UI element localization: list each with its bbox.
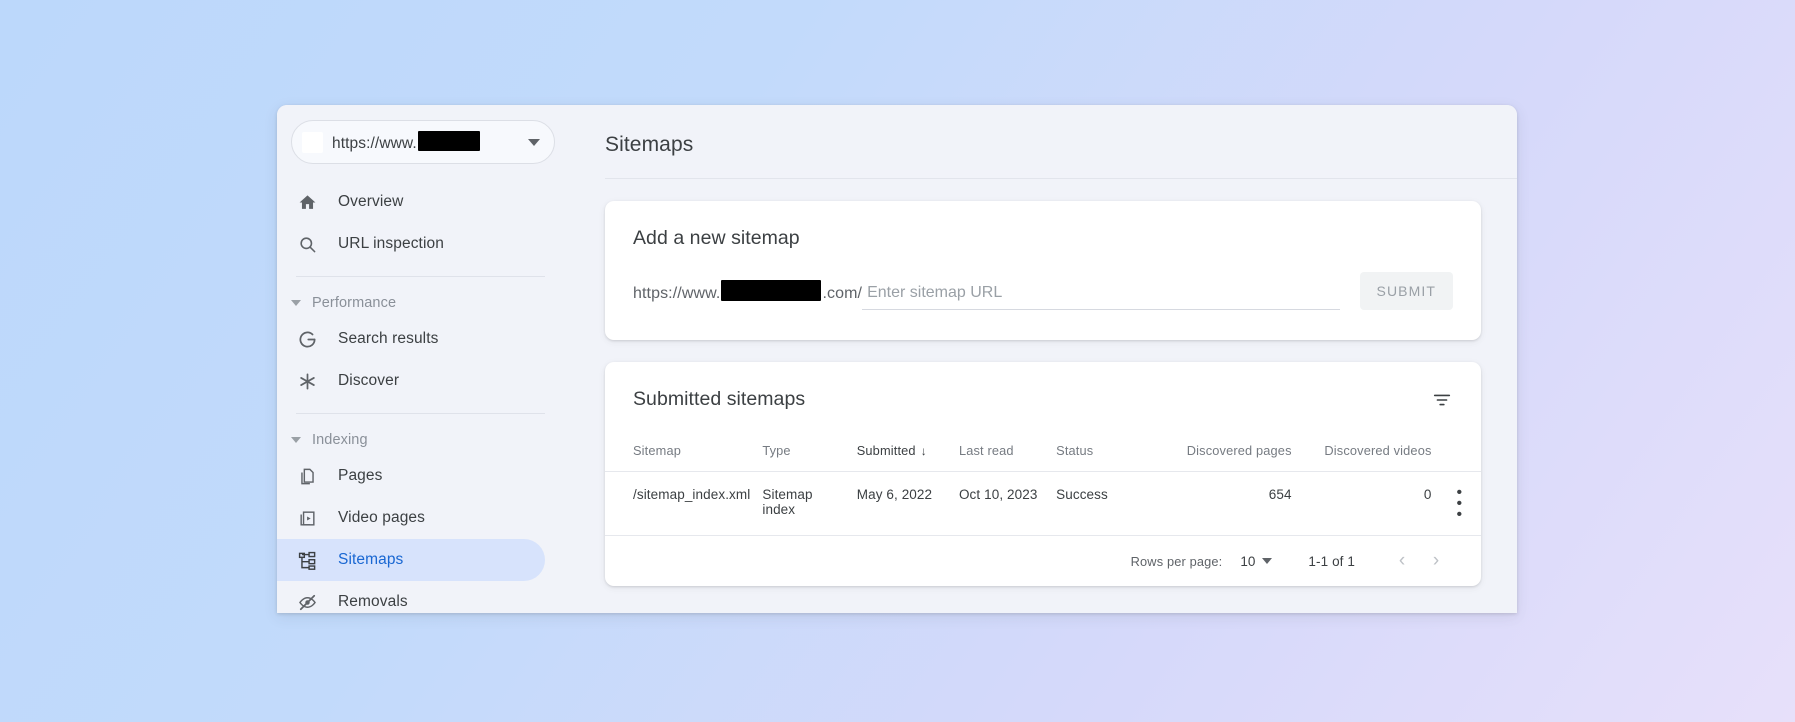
submitted-sitemaps-title: Submitted sitemaps — [633, 388, 806, 410]
pages-copy-icon — [296, 465, 318, 487]
property-url: https://www. — [332, 131, 480, 153]
search-console-window: https://www. Overview URL inspection Per… — [277, 105, 1517, 613]
cell-actions: • • • — [1437, 471, 1481, 535]
cell-sitemap[interactable]: /sitemap_index.xml — [605, 471, 757, 535]
sidebar-section-label: Indexing — [312, 432, 368, 448]
next-page-button[interactable]: › — [1419, 550, 1453, 572]
submitted-header: Submitted sitemaps — [605, 362, 1481, 411]
sitemap-url-prefix: https://www. .com/ — [633, 280, 862, 310]
add-sitemap-card: Add a new sitemap https://www..com/ SUBM… — [605, 201, 1481, 340]
filter-list-icon[interactable] — [1431, 389, 1453, 411]
sidebar-item-label: URL inspection — [338, 235, 444, 252]
table-row[interactable]: /sitemap_index.xml Sitemap index May 6, … — [605, 471, 1481, 535]
sidebar-item-label: Sitemaps — [338, 551, 404, 568]
sidebar-item-label: Discover — [338, 372, 400, 389]
sidebar-item-pages[interactable]: Pages — [277, 455, 545, 497]
site-favicon — [302, 131, 323, 153]
column-header-type[interactable]: Type — [756, 433, 850, 472]
column-header-last-read[interactable]: Last read — [953, 433, 1050, 472]
home-icon — [296, 191, 318, 213]
redacted-domain — [721, 280, 822, 301]
redacted-domain — [417, 131, 480, 151]
google-g-icon — [296, 328, 318, 350]
page-title: Sitemaps — [605, 133, 694, 156]
table-head: Sitemap Type Submitted ↓ Last read Status… — [605, 433, 1481, 472]
cell-submitted: May 6, 2022 — [850, 471, 953, 535]
eye-off-icon — [296, 591, 318, 613]
sitemap-tree-icon — [296, 549, 318, 571]
search-icon — [296, 233, 318, 255]
chevron-down-icon[interactable] — [528, 138, 540, 146]
column-header-submitted-label: Submitted — [856, 443, 916, 458]
property-selector[interactable]: https://www. — [291, 120, 555, 164]
sidebar-divider — [296, 413, 545, 414]
add-sitemap-title: Add a new sitemap — [633, 227, 800, 249]
sort-descending-icon: ↓ — [920, 444, 927, 458]
sidebar-item-discover[interactable]: Discover — [277, 360, 545, 402]
sidebar-nav: Overview URL inspection Performance Sear… — [277, 181, 569, 613]
sidebar-item-removals[interactable]: Removals — [277, 581, 545, 613]
sidebar-section-performance[interactable]: Performance — [277, 288, 569, 318]
cell-status: Success — [1050, 471, 1150, 535]
column-header-actions — [1438, 433, 1481, 472]
cell-discovered-pages: 654 — [1149, 471, 1298, 535]
submit-button[interactable]: SUBMIT — [1359, 272, 1453, 310]
sidebar-section-indexing[interactable]: Indexing — [277, 425, 569, 455]
column-header-submitted[interactable]: Submitted ↓ — [851, 433, 953, 472]
table-header-row: Sitemap Type Submitted ↓ Last read Status… — [605, 433, 1481, 472]
sidebar-divider — [296, 276, 545, 277]
sidebar: https://www. Overview URL inspection Per… — [277, 105, 569, 613]
sidebar-item-label: Pages — [338, 467, 383, 484]
column-header-status[interactable]: Status — [1050, 433, 1149, 472]
cell-type: Sitemap index — [756, 471, 851, 535]
sidebar-section-label: Performance — [312, 295, 397, 311]
rows-per-page-value[interactable]: 10 — [1240, 554, 1255, 569]
sidebar-item-url-inspection[interactable]: URL inspection — [277, 223, 545, 265]
sidebar-item-search-results[interactable]: Search results — [277, 318, 545, 360]
more-vert-icon[interactable]: • • • — [1444, 485, 1475, 523]
sidebar-item-label: Removals — [338, 593, 408, 610]
sitemaps-table: Sitemap Type Submitted ↓ Last read Status… — [605, 433, 1481, 535]
asterisk-icon — [296, 370, 318, 392]
sidebar-item-sitemaps[interactable]: Sitemaps — [277, 539, 545, 581]
table-body: /sitemap_index.xml Sitemap index May 6, … — [605, 471, 1481, 535]
cell-discovered-videos: 0 — [1297, 471, 1438, 535]
pagination: Rows per page: 10 1-1 of 1 ‹ › — [605, 535, 1481, 586]
sidebar-item-label: Video pages — [338, 509, 426, 526]
chevron-down-icon — [291, 300, 301, 306]
cell-last-read: Oct 10, 2023 — [952, 471, 1051, 535]
chevron-down-icon[interactable] — [1262, 558, 1273, 564]
sidebar-item-overview[interactable]: Overview — [277, 181, 545, 223]
video-page-icon — [296, 507, 318, 529]
rows-per-page-label: Rows per page: — [1130, 553, 1223, 569]
previous-page-button[interactable]: ‹ — [1385, 550, 1419, 572]
pagination-range: 1-1 of 1 — [1308, 553, 1355, 569]
sidebar-item-label: Overview — [338, 193, 404, 210]
sidebar-item-label: Search results — [338, 330, 439, 347]
content-area: Sitemaps Add a new sitemap https://www..… — [569, 105, 1517, 613]
submitted-sitemaps-card: Submitted sitemaps Sitemap Type Submitte… — [605, 362, 1481, 586]
column-header-discovered-videos[interactable]: Discovered videos — [1298, 433, 1438, 472]
column-header-discovered-pages[interactable]: Discovered pages — [1149, 433, 1298, 472]
chevron-down-icon — [291, 437, 301, 443]
sidebar-item-video-pages[interactable]: Video pages — [277, 497, 545, 539]
add-sitemap-row: https://www..com/ SUBMIT — [605, 250, 1481, 340]
title-divider — [605, 178, 1517, 179]
column-header-sitemap[interactable]: Sitemap — [605, 433, 756, 472]
sitemap-url-input[interactable] — [862, 284, 1340, 310]
